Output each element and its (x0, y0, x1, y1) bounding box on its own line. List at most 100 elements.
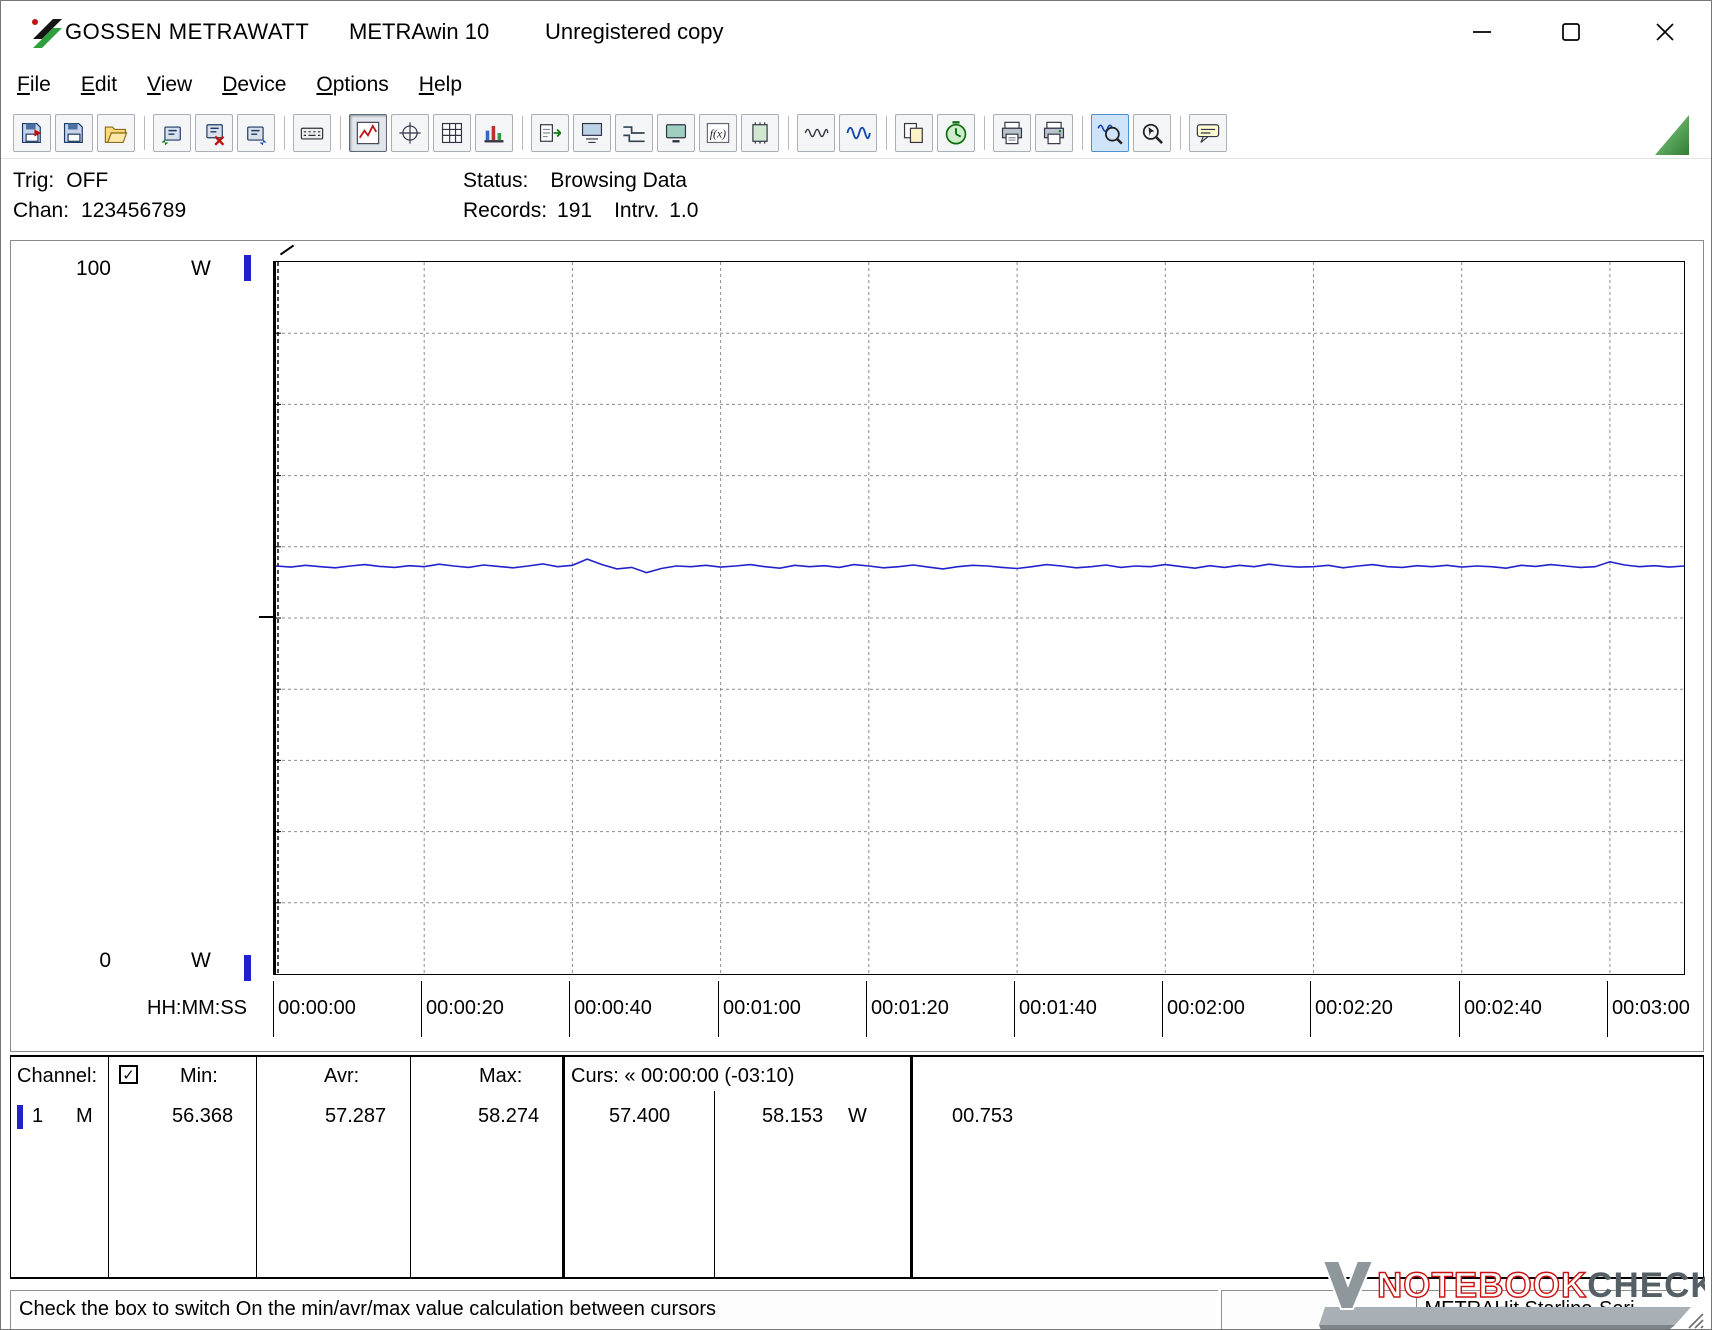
green-corner-indicator (1653, 109, 1693, 157)
chart-plot-area[interactable] (273, 261, 1685, 975)
toolbar-separator (340, 116, 341, 150)
print-preview-button[interactable] (993, 114, 1031, 152)
channel1-row-marker (17, 1105, 23, 1129)
check-icon: ✓ (122, 1066, 135, 1084)
menu-file[interactable]: File (17, 73, 51, 97)
channel-visibility-checkbox[interactable]: ✓ (119, 1065, 138, 1084)
x-tick-label: 00:02:40 (1459, 981, 1542, 1037)
avr-column-header: Avr: (324, 1065, 359, 1088)
license-status: Unregistered copy (545, 19, 724, 45)
zoom-select-button[interactable] (1133, 114, 1171, 152)
toolbar-separator (788, 116, 789, 150)
x-tick-label: 00:01:40 (1014, 981, 1097, 1037)
power-trace-chart (276, 262, 1684, 974)
hint-tooltip-button[interactable] (1189, 114, 1227, 152)
copy-graph-button[interactable] (895, 114, 933, 152)
cell-delta-value: 00.753 (952, 1105, 1013, 1128)
x-tick-label: 00:01:20 (866, 981, 949, 1037)
x-tick-label: 00:03:00 (1607, 981, 1690, 1037)
y-axis-unit-top: W (191, 257, 211, 281)
y-axis-mid-tick (259, 616, 274, 618)
channel1-marker-bottom (244, 955, 251, 981)
statusbar-hint-cell: Check the box to switch On the min/avr/m… (10, 1290, 1218, 1329)
x-tick-label: 00:02:00 (1162, 981, 1245, 1037)
x-tick-label: 00:00:20 (421, 981, 504, 1037)
table-divider (108, 1057, 109, 1277)
channel-column-header: Channel: (17, 1065, 97, 1088)
app-name: METRAwin 10 (349, 19, 489, 45)
cursor-column-header: Curs: « 00:00:00 (-03:10) (571, 1065, 794, 1088)
formula-fx-button[interactable]: f(x) (699, 114, 737, 152)
toolbar-separator (284, 116, 285, 150)
cursor-handle[interactable] (280, 245, 294, 256)
menu-options[interactable]: Options (316, 73, 388, 97)
table-divider (256, 1057, 257, 1277)
channel-stats-table: Channel: ✓ Min: Avr: Max: Curs: « 00:00:… (10, 1055, 1704, 1279)
large-signal-button[interactable] (839, 114, 877, 152)
menu-help[interactable]: Help (419, 73, 462, 97)
bar-graph-view-button[interactable] (475, 114, 513, 152)
chan-label: Chan: (13, 199, 69, 222)
cell-avr-value: 57.287 (325, 1105, 386, 1128)
data-memory-button[interactable] (741, 114, 779, 152)
toolbar: f(x) (1, 107, 1711, 159)
print-button[interactable] (1035, 114, 1073, 152)
read-device-memory-button[interactable] (153, 114, 191, 152)
brand-name: GOSSEN METRAWATT (65, 19, 309, 45)
status-value: Browsing Data (550, 169, 687, 192)
save-button[interactable] (55, 114, 93, 152)
channel-sequence-button[interactable] (615, 114, 653, 152)
zoom-signal-button[interactable] (1091, 114, 1129, 152)
minimize-button[interactable] (1459, 9, 1505, 55)
y-axis-unit-bottom: W (191, 949, 211, 973)
svg-text:f(x): f(x) (710, 126, 726, 140)
trigger-channel-info: Trig:OFF Chan:123456789 (13, 166, 186, 226)
title-bar: GOSSEN METRAWATT METRAwin 10 Unregistere… (1, 1, 1711, 66)
maximize-button[interactable] (1548, 9, 1594, 55)
trig-value: OFF (66, 169, 108, 192)
x-tick-label: 00:02:20 (1310, 981, 1393, 1037)
monitor-view-button[interactable] (657, 114, 695, 152)
table-view-button[interactable] (433, 114, 471, 152)
interval-label: Intrv. (614, 199, 659, 222)
save-as-button[interactable] (13, 114, 51, 152)
erase-device-memory-button[interactable] (195, 114, 233, 152)
open-button[interactable] (97, 114, 135, 152)
x-tick-label: 00:00:00 (273, 981, 356, 1037)
realtime-clock-button[interactable] (937, 114, 975, 152)
write-device-memory-button[interactable] (237, 114, 275, 152)
virtual-keyboard-button[interactable] (293, 114, 331, 152)
channel1-marker-top (244, 255, 251, 281)
line-chart-view-button[interactable] (349, 114, 387, 152)
x-tick-label: 00:00:40 (569, 981, 652, 1037)
cell-unit: W (848, 1105, 867, 1128)
small-signal-button[interactable] (797, 114, 835, 152)
interface-config-button[interactable] (573, 114, 611, 152)
records-value: 191 (557, 199, 592, 222)
x-tick-label: 00:01:00 (718, 981, 801, 1037)
export-data-button[interactable] (531, 114, 569, 152)
gossen-metrawatt-logo-icon (27, 13, 67, 53)
menu-view[interactable]: View (147, 73, 192, 97)
toolbar-separator (144, 116, 145, 150)
toolbar-separator (886, 116, 887, 150)
cell-min-value: 56.368 (172, 1105, 233, 1128)
close-button[interactable] (1642, 9, 1688, 55)
x-axis-unit-label: HH:MM:SS (147, 997, 247, 1020)
toolbar-separator (1180, 116, 1181, 150)
table-divider-thick (562, 1057, 565, 1277)
table-divider (714, 1091, 715, 1277)
chan-value: 123456789 (81, 199, 186, 222)
status-label: Status: (463, 169, 528, 192)
chart-panel: 100 W 0 W HH:MM:SS 00:00:0000:00:2000:00… (10, 240, 1704, 1052)
toolbar-separator (522, 116, 523, 150)
crosshair-cursor-button[interactable] (391, 114, 429, 152)
menu-device[interactable]: Device (222, 73, 286, 97)
metrawin-window: GOSSEN METRAWATT METRAwin 10 Unregistere… (0, 0, 1712, 1330)
watermark-check-text: CHECK (1587, 1266, 1705, 1305)
cell-cursor-b-value: 58.153 (762, 1105, 823, 1128)
menu-edit[interactable]: Edit (81, 73, 117, 97)
min-column-header: Min: (180, 1065, 218, 1088)
cell-cursor-a-value: 57.400 (609, 1105, 670, 1128)
notebookcheck-watermark: NOTEBOOKCHECK (1319, 1253, 1705, 1330)
